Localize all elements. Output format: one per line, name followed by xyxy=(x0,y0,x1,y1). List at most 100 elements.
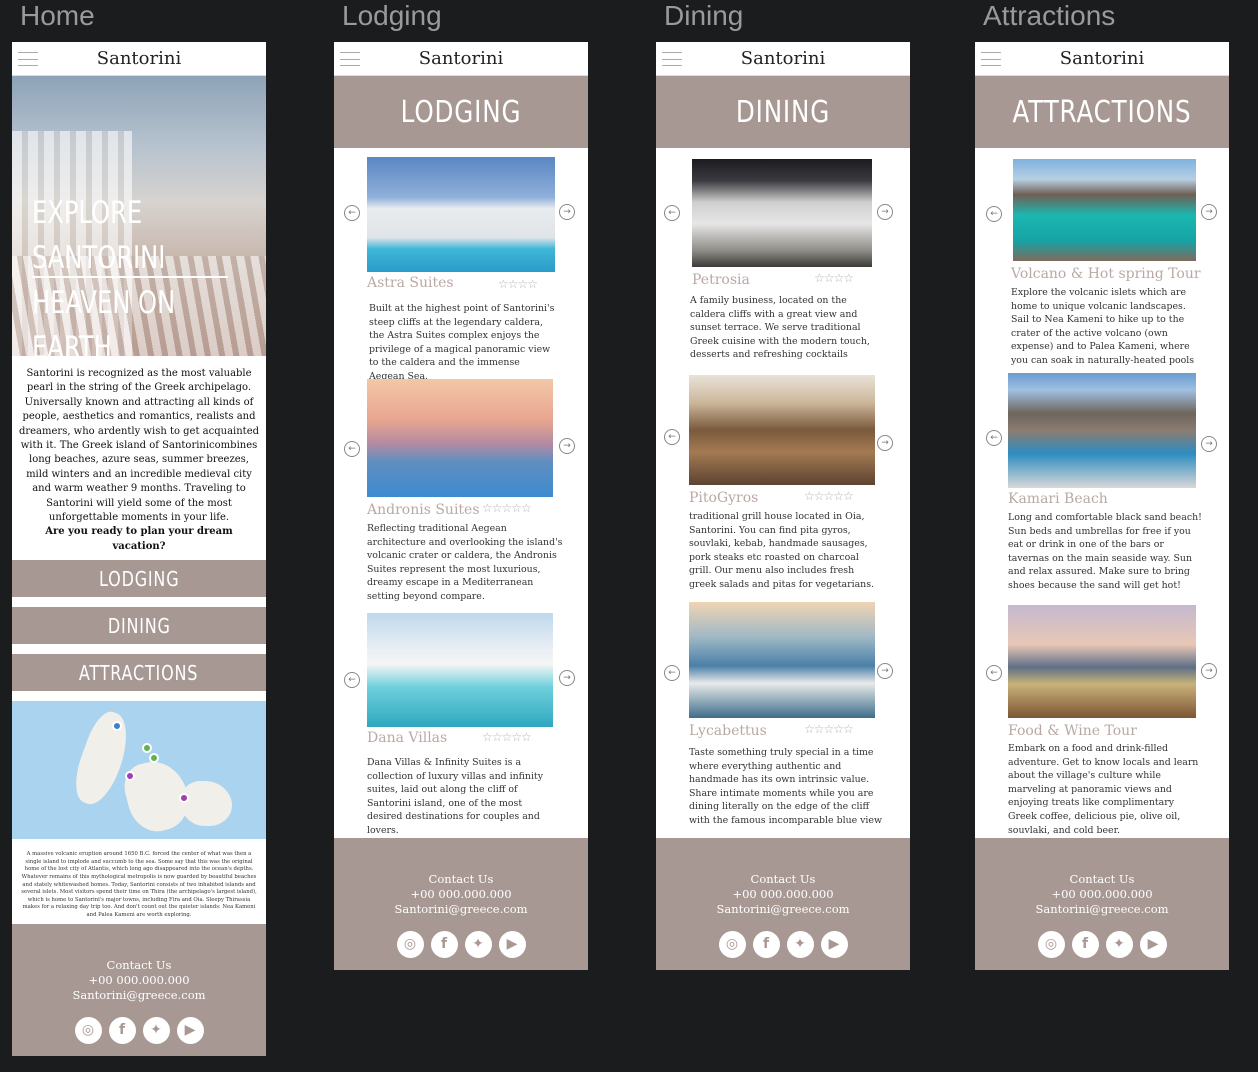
facebook-icon[interactable]: f xyxy=(430,931,458,958)
next-arrow-icon[interactable]: → xyxy=(1201,663,1217,679)
next-arrow-icon[interactable]: → xyxy=(877,663,893,679)
dining-artboard: Santorini DINING ← → Petrosia ☆☆☆☆ A fam… xyxy=(656,42,910,970)
lodging-artboard: Santorini LODGING ← → Astra Suites ☆☆☆☆ … xyxy=(334,42,588,970)
footer-phone: +00 000.000.000 xyxy=(410,887,512,901)
rating-stars: ☆☆☆☆ xyxy=(814,271,854,285)
board-label-attractions: Attractions xyxy=(983,0,1116,31)
intro-text: Santorini is recognized as the most valu… xyxy=(12,356,266,560)
lodging-nav-button[interactable]: LODGING xyxy=(12,560,266,598)
next-arrow-icon[interactable]: → xyxy=(1201,436,1217,452)
top-bar: Santorini xyxy=(334,42,588,76)
rating-stars: ☆☆☆☆ xyxy=(498,277,538,291)
instagram-icon[interactable]: ◎ xyxy=(718,931,746,958)
top-bar: Santorini xyxy=(12,42,266,76)
prev-arrow-icon[interactable]: ← xyxy=(664,665,680,681)
top-bar: Santorini xyxy=(656,42,910,76)
footer-contact: Contact Us xyxy=(750,872,816,886)
listing-title[interactable]: Kamari Beach xyxy=(1008,491,1108,507)
listing-description: Reflecting traditional Aegean architectu… xyxy=(367,523,563,602)
listing-title[interactable]: Lycabettus xyxy=(689,723,767,739)
footer-email[interactable]: Santorini@greece.com xyxy=(12,988,266,1003)
youtube-icon[interactable]: ▶ xyxy=(176,1017,204,1044)
prev-arrow-icon[interactable]: ← xyxy=(986,665,1002,681)
footer-email[interactable]: Santorini@greece.com xyxy=(975,902,1229,917)
twitter-icon[interactable]: ✦ xyxy=(464,931,492,958)
lodging-photo[interactable] xyxy=(367,379,553,497)
instagram-icon[interactable]: ◎ xyxy=(74,1017,102,1044)
footer-phone: +00 000.000.000 xyxy=(1051,887,1153,901)
listing-title[interactable]: Volcano & Hot spring Tour xyxy=(1011,266,1201,282)
rating-stars: ☆☆☆☆☆ xyxy=(482,501,532,515)
listing-title[interactable]: Petrosia xyxy=(692,272,750,288)
listing-title[interactable]: PitoGyros xyxy=(689,490,758,506)
restaurant-photo[interactable] xyxy=(689,375,875,485)
restaurant-photo[interactable] xyxy=(689,602,875,718)
lodging-photo[interactable] xyxy=(367,613,553,727)
listing-description: Embark on a food and drink-filled advent… xyxy=(1008,743,1199,836)
footer-phone: +00 000.000.000 xyxy=(732,887,834,901)
footer-phone: +00 000.000.000 xyxy=(88,973,190,987)
page-title: LODGING xyxy=(356,76,566,148)
next-arrow-icon[interactable]: → xyxy=(559,204,575,220)
youtube-icon[interactable]: ▶ xyxy=(820,931,848,958)
footer-contact: Contact Us xyxy=(428,872,494,886)
next-arrow-icon[interactable]: → xyxy=(559,670,575,686)
listing-description: Taste something truly special in a time … xyxy=(689,747,883,826)
next-arrow-icon[interactable]: → xyxy=(559,438,575,454)
prev-arrow-icon[interactable]: ← xyxy=(664,429,680,445)
footer-email[interactable]: Santorini@greece.com xyxy=(334,902,588,917)
listing-description: Built at the highest point of Santorini'… xyxy=(369,303,555,382)
home-artboard: Santorini EXPLORE SANTORINI HEAVEN ON EA… xyxy=(12,42,266,1056)
youtube-icon[interactable]: ▶ xyxy=(1139,931,1167,958)
prev-arrow-icon[interactable]: ← xyxy=(986,206,1002,222)
listing-title[interactable]: Astra Suites xyxy=(367,275,454,291)
footer: Contact Us +00 000.000.000 Santorini@gre… xyxy=(656,838,910,970)
attraction-photo[interactable] xyxy=(1013,159,1196,261)
hero-image: EXPLORE SANTORINI HEAVEN ON EARTH xyxy=(12,76,266,356)
listing-description: Long and comfortable black sand beach! S… xyxy=(1008,512,1202,591)
attractions-artboard: Santorini ATTRACTIONS ← → Volcano & Hot … xyxy=(975,42,1229,970)
prev-arrow-icon[interactable]: ← xyxy=(986,430,1002,446)
top-bar: Santorini xyxy=(975,42,1229,76)
site-title: Santorini xyxy=(418,48,504,69)
instagram-icon[interactable]: ◎ xyxy=(396,931,424,958)
listing-description: traditional grill house located in Oia, … xyxy=(689,511,875,590)
map-pin-icon[interactable] xyxy=(142,743,152,754)
attraction-photo[interactable] xyxy=(1008,373,1196,488)
prev-arrow-icon[interactable]: ← xyxy=(344,205,360,221)
footer: Contact Us +00 000.000.000 Santorini@gre… xyxy=(975,838,1229,970)
listing-title[interactable]: Dana Villas xyxy=(367,730,447,746)
page-title: ATTRACTIONS xyxy=(997,76,1207,148)
prev-arrow-icon[interactable]: ← xyxy=(344,441,360,457)
restaurant-photo[interactable] xyxy=(692,159,872,267)
dining-nav-button[interactable]: DINING xyxy=(12,607,266,645)
facebook-icon[interactable]: f xyxy=(752,931,780,958)
twitter-icon[interactable]: ✦ xyxy=(1105,931,1133,958)
lodging-photo[interactable] xyxy=(367,157,555,272)
next-arrow-icon[interactable]: → xyxy=(877,435,893,451)
twitter-icon[interactable]: ✦ xyxy=(786,931,814,958)
footer-contact: Contact Us xyxy=(106,958,172,972)
facebook-icon[interactable]: f xyxy=(1071,931,1099,958)
cta-question: Are you ready to plan your dream vacatio… xyxy=(45,526,233,552)
santorini-map[interactable] xyxy=(12,701,266,840)
youtube-icon[interactable]: ▶ xyxy=(498,931,526,958)
board-label-lodging: Lodging xyxy=(342,0,442,31)
site-title: Santorini xyxy=(96,48,182,69)
attraction-photo[interactable] xyxy=(1008,605,1196,718)
instagram-icon[interactable]: ◎ xyxy=(1037,931,1065,958)
site-title: Santorini xyxy=(1059,48,1145,69)
prev-arrow-icon[interactable]: ← xyxy=(344,672,360,688)
facebook-icon[interactable]: f xyxy=(108,1017,136,1044)
footer-email[interactable]: Santorini@greece.com xyxy=(656,902,910,917)
listing-title[interactable]: Andronis Suites xyxy=(367,502,480,518)
next-arrow-icon[interactable]: → xyxy=(877,204,893,220)
next-arrow-icon[interactable]: → xyxy=(1201,204,1217,220)
prev-arrow-icon[interactable]: ← xyxy=(664,205,680,221)
twitter-icon[interactable]: ✦ xyxy=(142,1017,170,1044)
listing-title[interactable]: Food & Wine Tour xyxy=(1008,723,1137,739)
rating-stars: ☆☆☆☆☆ xyxy=(482,730,532,744)
attractions-nav-button[interactable]: ATTRACTIONS xyxy=(12,654,266,692)
footer-contact: Contact Us xyxy=(1069,872,1135,886)
history-text: A massive volcanic eruption around 1650 … xyxy=(21,851,257,919)
